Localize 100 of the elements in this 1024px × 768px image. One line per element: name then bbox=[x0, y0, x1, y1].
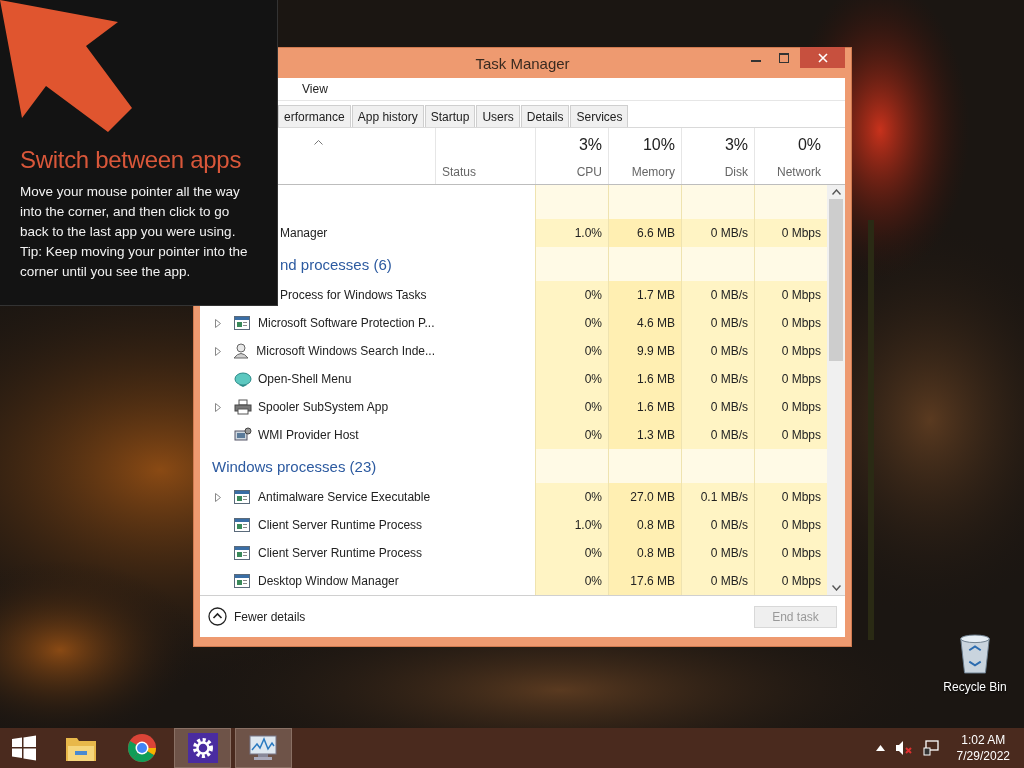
clock-date[interactable]: 7/29/2022 bbox=[956, 748, 1010, 764]
table-cell: 0% bbox=[535, 281, 608, 309]
table-cell: 0% bbox=[535, 309, 608, 337]
show-hidden-icons-icon[interactable] bbox=[875, 745, 885, 751]
table-cell: 0 Mbps bbox=[754, 511, 827, 539]
table-cell: 6.6 MB bbox=[608, 219, 681, 247]
close-icon bbox=[817, 52, 828, 63]
table-cell: 1.7 MB bbox=[608, 281, 681, 309]
table-cell: 0 MB/s bbox=[681, 281, 754, 309]
maximize-icon bbox=[779, 52, 789, 63]
table-cell: 1.0% bbox=[535, 511, 608, 539]
tab[interactable]: Details bbox=[520, 105, 570, 127]
table-cell: 27.0 MB bbox=[608, 483, 681, 511]
app-window-icon bbox=[234, 316, 250, 330]
expand-arrow-icon[interactable] bbox=[215, 492, 221, 502]
expand-arrow-icon[interactable] bbox=[215, 402, 221, 412]
process-name[interactable]: Antimalware Service Executable bbox=[258, 490, 431, 504]
column-header[interactable]: Disk bbox=[724, 165, 748, 179]
table-cell: 0.8 MB bbox=[608, 539, 681, 567]
scroll-thumb[interactable] bbox=[829, 199, 843, 361]
process-name[interactable]: Manager bbox=[280, 226, 328, 240]
window-title: Task Manager bbox=[475, 54, 570, 72]
table-cell: 0 MB/s bbox=[681, 567, 754, 595]
minimize-icon bbox=[751, 60, 761, 62]
process-name[interactable]: Open-Shell Menu bbox=[258, 372, 352, 386]
shell-icon bbox=[234, 371, 252, 387]
windows-logo-icon bbox=[11, 735, 37, 761]
menu-item[interactable]: View bbox=[296, 82, 334, 96]
tab[interactable]: erformance bbox=[278, 105, 351, 127]
app-window-icon bbox=[234, 546, 250, 560]
table-cell: 0.8 MB bbox=[608, 511, 681, 539]
table-cell: 17.6 MB bbox=[608, 567, 681, 595]
network-icon[interactable] bbox=[922, 740, 939, 756]
table-cell: 0 Mbps bbox=[754, 281, 827, 309]
process-name[interactable]: Microsoft Software Protection P... bbox=[258, 316, 435, 330]
desktop-icon-label[interactable]: Recycle Bin bbox=[943, 680, 1007, 694]
table-cell: 0% bbox=[535, 567, 608, 595]
process-name[interactable]: Spooler SubSystem App bbox=[258, 400, 389, 414]
table-cell: 0 MB/s bbox=[681, 393, 754, 421]
tab[interactable]: App history bbox=[351, 105, 424, 127]
column-usage: 3% bbox=[578, 136, 602, 154]
column-header[interactable]: Memory bbox=[631, 165, 675, 179]
table-cell: 1.6 MB bbox=[608, 365, 681, 393]
process-name[interactable]: Client Server Runtime Process bbox=[258, 518, 423, 532]
table-cell: 0 MB/s bbox=[681, 511, 754, 539]
tip-paragraph: Move your mouse pointer all the way into the corner, and then click to go back to the last app you were using. bbox=[20, 183, 241, 241]
clock-time[interactable]: 1:02 AM bbox=[961, 732, 1006, 748]
tip-title: Switch between apps bbox=[20, 146, 243, 174]
process-name[interactable]: Desktop Window Manager bbox=[258, 574, 399, 588]
group-header[interactable]: Windows processes (23) bbox=[212, 457, 377, 475]
process-name[interactable]: Process for Windows Tasks bbox=[280, 288, 427, 302]
fewer-details-button[interactable]: Fewer details bbox=[208, 607, 306, 626]
group-header[interactable]: nd processes (6) bbox=[280, 255, 392, 273]
table-cell: 0 MB/s bbox=[681, 219, 754, 247]
table-cell: 0% bbox=[535, 539, 608, 567]
table-cell: 0.1 MB/s bbox=[681, 483, 754, 511]
table-cell: 0 Mbps bbox=[754, 337, 827, 365]
expand-arrow-icon[interactable] bbox=[215, 318, 221, 328]
table-cell: 0 MB/s bbox=[681, 539, 754, 567]
settings-icon bbox=[187, 733, 218, 763]
table-cell: 0 Mbps bbox=[754, 393, 827, 421]
close-button[interactable] bbox=[800, 47, 845, 68]
sort-caret-icon bbox=[314, 140, 323, 145]
process-name[interactable]: WMI Provider Host bbox=[258, 428, 359, 442]
table-cell: 0% bbox=[535, 483, 608, 511]
table-cell: 1.0% bbox=[535, 219, 608, 247]
app-window-icon bbox=[234, 490, 250, 504]
table-cell: 0 Mbps bbox=[754, 365, 827, 393]
tab[interactable]: Users bbox=[476, 105, 520, 127]
collapse-circle-icon bbox=[208, 607, 227, 626]
scroll-down-icon[interactable] bbox=[831, 585, 841, 591]
column-header[interactable]: CPU bbox=[576, 165, 602, 179]
table-cell: 1.6 MB bbox=[608, 393, 681, 421]
process-name[interactable]: Microsoft Windows Search Inde... bbox=[256, 344, 435, 358]
table-cell: 0 Mbps bbox=[754, 309, 827, 337]
process-name[interactable]: Client Server Runtime Process bbox=[258, 546, 423, 560]
taskbar-app[interactable] bbox=[235, 728, 292, 768]
taskbar-app[interactable] bbox=[174, 728, 231, 768]
table-cell: 0% bbox=[535, 421, 608, 449]
table-cell: 0 Mbps bbox=[754, 539, 827, 567]
scroll-up-icon[interactable] bbox=[831, 189, 841, 195]
ring-icon bbox=[126, 733, 157, 763]
column-usage: 10% bbox=[642, 136, 675, 154]
muted-speaker-icon[interactable] bbox=[894, 740, 913, 756]
table-cell: 0 Mbps bbox=[754, 219, 827, 247]
user-drive-icon bbox=[232, 343, 251, 359]
table-cell: 0 Mbps bbox=[754, 421, 827, 449]
tab[interactable]: Services bbox=[570, 105, 629, 127]
table-cell: 0 Mbps bbox=[754, 567, 827, 595]
app-window-icon bbox=[234, 574, 250, 588]
corner-arrow-icon bbox=[0, 0, 134, 134]
column-header[interactable]: Status bbox=[442, 165, 535, 179]
column-header[interactable]: Network bbox=[777, 165, 821, 179]
tab[interactable]: Startup bbox=[424, 105, 476, 127]
table-cell: 0 Mbps bbox=[754, 483, 827, 511]
table-cell: 0% bbox=[535, 337, 608, 365]
expand-arrow-icon[interactable] bbox=[215, 346, 221, 356]
table-cell: 0 MB/s bbox=[681, 365, 754, 393]
scrollbar[interactable] bbox=[827, 185, 845, 595]
printer-icon bbox=[234, 399, 252, 415]
